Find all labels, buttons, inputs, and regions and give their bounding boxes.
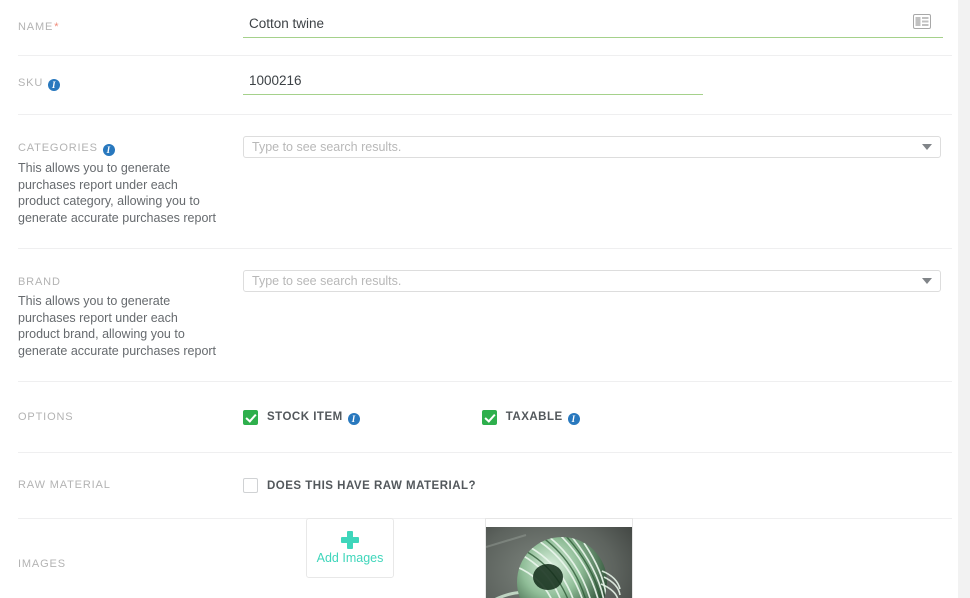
images-field-cell: Add Images [243, 518, 940, 598]
brand-select-wrap: Type to see search results. [243, 270, 941, 292]
chevron-down-icon[interactable] [922, 278, 932, 284]
categories-select[interactable]: Type to see search results. [243, 136, 941, 158]
categories-select-wrap: Type to see search results. [243, 136, 941, 158]
checkbox-stock-item[interactable]: STOCK ITEM i [243, 410, 360, 425]
raw-material-field-cell: DOES THIS HAVE RAW MATERIAL? [243, 452, 940, 507]
brand-label-cell: BRAND This allows you to generate purcha… [18, 248, 243, 381]
form-row-categories: CATEGORIES i This allows you to generate … [0, 114, 958, 248]
chevron-down-icon[interactable] [922, 144, 932, 150]
info-icon[interactable]: i [567, 412, 580, 425]
name-input[interactable] [243, 12, 943, 38]
categories-helper-text: This allows you to generate purchases re… [18, 161, 217, 225]
checkbox-taxable-label: TAXABLE i [506, 411, 580, 425]
images-label-cell: IMAGES [18, 518, 243, 585]
images-strip: Add Images [243, 518, 940, 598]
form-row-options: OPTIONS STOCK ITEM i TAXABLE i [0, 381, 958, 452]
name-label: NAME* [18, 21, 60, 33]
categories-label: CATEGORIES i [18, 141, 243, 156]
brand-helper-text: This allows you to generate purchases re… [18, 294, 217, 358]
info-icon[interactable]: i [347, 412, 360, 425]
form-row-images: IMAGES Add Images [0, 518, 958, 598]
form-row-brand: BRAND This allows you to generate purcha… [0, 248, 958, 381]
sku-label: SKU i [18, 76, 243, 91]
required-asterisk: * [54, 21, 60, 33]
plus-icon [341, 531, 359, 549]
address-card-icon[interactable] [913, 14, 931, 29]
options-checkbox-group: STOCK ITEM i TAXABLE i [243, 403, 940, 425]
brand-placeholder: Type to see search results. [252, 274, 402, 288]
brand-field-cell: Type to see search results. [243, 248, 941, 306]
checkbox-raw-material-box[interactable] [243, 478, 258, 493]
raw-material-label: RAW MATERIAL [18, 479, 111, 491]
checkbox-taxable[interactable]: TAXABLE i [481, 410, 580, 425]
sku-field-cell [243, 55, 940, 114]
checkbox-stock-item-box[interactable] [243, 410, 258, 425]
add-images-label: Add Images [316, 551, 384, 565]
form-row-name: NAME* [0, 0, 958, 55]
product-thumbnail-frame[interactable] [485, 518, 633, 598]
options-label-cell: OPTIONS [18, 381, 243, 452]
page-outer-edge [958, 0, 970, 598]
categories-field-cell: Type to see search results. [243, 114, 941, 172]
brand-select[interactable]: Type to see search results. [243, 270, 941, 292]
raw-material-label-cell: RAW MATERIAL [18, 452, 243, 518]
checkbox-raw-material-label: DOES THIS HAVE RAW MATERIAL? [267, 479, 477, 492]
checkbox-raw-material[interactable]: DOES THIS HAVE RAW MATERIAL? [243, 478, 476, 493]
categories-placeholder: Type to see search results. [252, 140, 402, 154]
product-thumbnail [486, 527, 632, 598]
info-icon[interactable]: i [48, 79, 61, 91]
brand-label: BRAND [18, 276, 61, 288]
product-form-page: NAME* SKUi CATEGORIESi [0, 0, 958, 598]
form-row-raw-material: RAW MATERIAL DOES THIS HAVE RAW MATERIAL… [0, 452, 958, 518]
info-icon[interactable]: i [102, 144, 115, 156]
categories-label-cell: CATEGORIES i This allows you to generate … [18, 114, 243, 248]
form-row-sku: SKU i [0, 55, 958, 114]
options-label: OPTIONS [18, 411, 74, 423]
raw-material-checkbox-group: DOES THIS HAVE RAW MATERIAL? [243, 471, 940, 493]
sku-label-cell: SKU i [18, 55, 243, 105]
checkbox-stock-item-label: STOCK ITEM i [267, 411, 360, 425]
add-images-button[interactable]: Add Images [306, 518, 394, 578]
name-label-cell: NAME* [18, 0, 243, 48]
options-field-cell: STOCK ITEM i TAXABLE i [243, 381, 940, 439]
sku-input[interactable] [243, 69, 703, 95]
name-field-cell [243, 0, 943, 55]
images-label: IMAGES [18, 558, 66, 570]
checkbox-taxable-box[interactable] [481, 410, 497, 425]
